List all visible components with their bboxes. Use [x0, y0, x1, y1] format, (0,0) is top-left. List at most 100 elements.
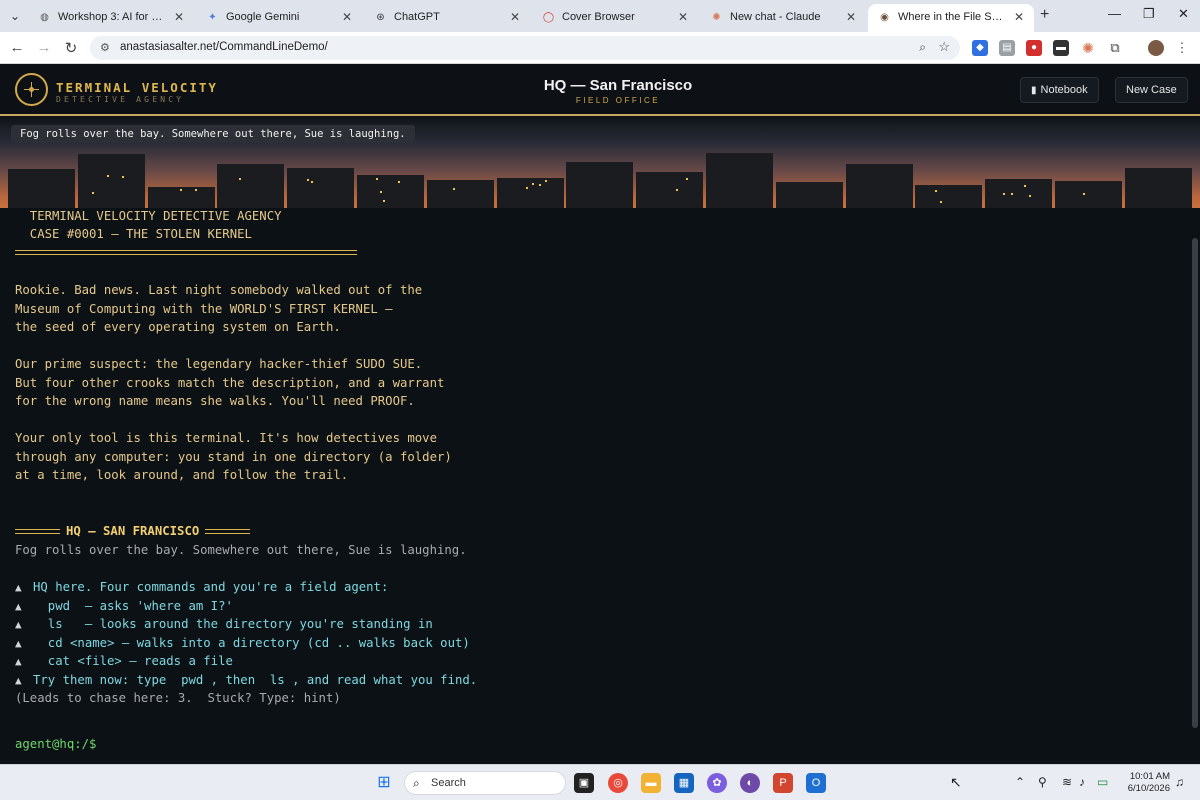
battery-icon[interactable]: ▭: [1097, 775, 1108, 789]
city-skyline-banner: Fog rolls over the bay. Somewhere out th…: [0, 117, 1200, 208]
tab-close-icon[interactable]: ✕: [1014, 4, 1024, 30]
browser-address-bar: ← → ↻ ⚙ anastasiasalter.net/CommandLineD…: [0, 32, 1200, 64]
browser-tab-bar: ⌄ ◍ Workshop 3: AI for Visual Ar ✕ ✦ Goo…: [0, 0, 1200, 32]
tool-line: through any computer: you stand in one d…: [15, 450, 452, 464]
case-line: CASE #0001 — THE STOLEN KERNEL: [15, 227, 252, 241]
back-arrow-icon[interactable]: ←: [8, 39, 26, 56]
globe-icon: ◍: [40, 12, 49, 23]
detective-icon: ▲: [15, 674, 22, 687]
search-icon: ⌕: [413, 776, 420, 790]
tab-close-icon[interactable]: ✕: [510, 4, 520, 30]
os-taskbar: ⊞ ⌕ Search ▣ ◎ ▬ ▦ ✿ ◐ P O ↖ ⌃ ⚲ ≋ ♪ ▭ 1…: [0, 764, 1200, 800]
detective-icon: ▲: [15, 655, 22, 668]
extension-icon[interactable]: ●: [1026, 40, 1042, 56]
wifi-icon[interactable]: ≋: [1062, 775, 1072, 789]
bookmark-star-icon[interactable]: ☆: [938, 39, 950, 55]
tab-close-icon[interactable]: ✕: [846, 4, 856, 30]
notification-bell-icon[interactable]: ♫: [1175, 775, 1184, 789]
hq-message-line: ▲ HQ here. Four commands and you're a fie…: [15, 580, 389, 594]
detective-icon: ▲: [15, 637, 22, 650]
claude-icon: ✺: [712, 12, 721, 23]
heading-rule-left: [15, 529, 60, 534]
detective-icon: ◉: [880, 12, 889, 23]
browser-tab-active[interactable]: ◉ Where in the File System is S ✕: [868, 4, 1034, 32]
tab-close-icon[interactable]: ✕: [174, 4, 184, 30]
tool-line: at a time, look around, and follow the t…: [15, 468, 349, 482]
extension-icon[interactable]: ◆: [972, 40, 988, 56]
minimize-icon[interactable]: —: [1108, 6, 1121, 21]
zoom-icon[interactable]: ⌕: [919, 40, 926, 55]
mouse-cursor-icon: ↖: [950, 774, 962, 790]
windows-start-icon[interactable]: ⊞: [374, 773, 394, 793]
intro-line: Rookie. Bad news. Last night somebody wa…: [15, 283, 423, 297]
gemini-icon: ✦: [208, 12, 217, 23]
intro-line: Museum of Computing with the WORLD'S FIR…: [15, 302, 393, 316]
kebab-menu-icon[interactable]: ⋮: [1174, 40, 1190, 56]
suspect-line: Our prime suspect: the legendary hacker-…: [15, 357, 423, 371]
location-title: HQ — San Francisco: [543, 77, 693, 94]
browser-tab[interactable]: ◍ Workshop 3: AI for Visual Ar ✕: [28, 4, 194, 32]
chatgpt-icon: ⊛: [376, 12, 385, 23]
brand-title: TERMINAL VELOCITY: [56, 80, 218, 95]
new-case-button[interactable]: New Case: [1115, 77, 1188, 103]
command-prompt[interactable]: agent@hq:/$: [15, 736, 96, 752]
browser-tab[interactable]: ✺ New chat - Claude ✕: [700, 4, 866, 32]
hq-message-line: ▲ cat <file> — reads a file: [15, 654, 233, 668]
hq-message-line: ▲ pwd — asks 'where am I?': [15, 599, 233, 613]
reader-icon[interactable]: ▤: [999, 40, 1015, 56]
profile-avatar[interactable]: [1148, 40, 1164, 56]
site-info-icon[interactable]: ⚙: [100, 41, 110, 54]
heading-rule-right: [205, 529, 251, 534]
taskbar-search-box[interactable]: ⌕ Search: [404, 771, 566, 795]
browser-tab[interactable]: ✦ Google Gemini ✕: [196, 4, 362, 32]
powerpoint-icon[interactable]: P: [773, 773, 793, 793]
outlook-icon[interactable]: O: [806, 773, 826, 793]
app-header: TERMINAL VELOCITY DETECTIVE AGENCY HQ — …: [0, 65, 1200, 116]
chat-bubble-icon: ◯: [542, 12, 555, 23]
agency-line: TERMINAL VELOCITY DETECTIVE AGENCY: [15, 209, 282, 223]
claude-extension-icon[interactable]: ✺: [1080, 40, 1096, 56]
status-ticker: Fog rolls over the bay. Somewhere out th…: [11, 125, 415, 143]
detective-icon: ▲: [15, 600, 22, 613]
tool-line: Your only tool is this terminal. It's ho…: [15, 431, 437, 445]
restore-icon[interactable]: ❐: [1143, 6, 1155, 22]
new-tab-plus-icon[interactable]: +: [1040, 6, 1049, 24]
double-rule-divider: [15, 250, 357, 255]
tab-close-icon[interactable]: ✕: [678, 4, 688, 30]
forward-arrow-icon[interactable]: →: [35, 39, 53, 56]
chrome-icon[interactable]: ◎: [608, 773, 628, 793]
scrollbar-thumb[interactable]: [1192, 238, 1198, 728]
section-description: Fog rolls over the bay. Somewhere out th…: [15, 543, 467, 557]
puzzle-extensions-icon[interactable]: ⧉: [1107, 40, 1123, 56]
notebook-icon: ▮: [1031, 85, 1037, 96]
tab-search-chevron-icon[interactable]: ⌄: [6, 7, 24, 25]
location-subtitle: FIELD OFFICE: [575, 96, 661, 105]
tray-chevron-up-icon[interactable]: ⌃: [1015, 775, 1025, 789]
task-view-icon[interactable]: ▣: [574, 773, 594, 793]
file-explorer-icon[interactable]: ▬: [641, 773, 661, 793]
screen-capture-icon[interactable]: ▬: [1053, 40, 1069, 56]
detective-icon: ▲: [15, 581, 22, 594]
copilot-icon[interactable]: ✿: [707, 773, 727, 793]
browser-tab[interactable]: ◯ Cover Browser ✕: [532, 4, 698, 32]
reload-icon[interactable]: ↻: [62, 39, 80, 57]
terminal-output[interactable]: TERMINAL VELOCITY DETECTIVE AGENCY CASE …: [0, 208, 1200, 764]
url-text[interactable]: anastasiasalter.net/CommandLineDemo/: [120, 41, 328, 53]
github-icon[interactable]: ◐: [740, 773, 760, 793]
browser-tab[interactable]: ⊛ ChatGPT ✕: [364, 4, 530, 32]
store-icon[interactable]: ▦: [674, 773, 694, 793]
window-close-icon[interactable]: ✕: [1178, 6, 1189, 22]
notebook-button[interactable]: ▮ Notebook: [1020, 77, 1099, 103]
suspect-line: But four other crooks match the descript…: [15, 376, 445, 390]
hq-message-line: ▲ cd <name> — walks into a directory (cd…: [15, 636, 470, 650]
brand-subtitle: DETECTIVE AGENCY: [56, 95, 185, 104]
detective-icon: ▲: [15, 618, 22, 631]
hq-message-line: ▲ Try them now: type pwd , then ls , and …: [15, 673, 478, 687]
volume-icon[interactable]: ♪: [1079, 775, 1085, 789]
terminal-scrollbar[interactable]: [1190, 208, 1200, 764]
tab-close-icon[interactable]: ✕: [342, 4, 352, 30]
hq-message-line: ▲ ls — looks around the directory you're…: [15, 617, 433, 631]
language-icon[interactable]: ⚲: [1038, 775, 1047, 789]
system-clock[interactable]: 10:01 AM 6/10/2026: [1118, 771, 1170, 795]
omnibox[interactable]: ⚙ anastasiasalter.net/CommandLineDemo/ ⌕…: [90, 36, 960, 60]
